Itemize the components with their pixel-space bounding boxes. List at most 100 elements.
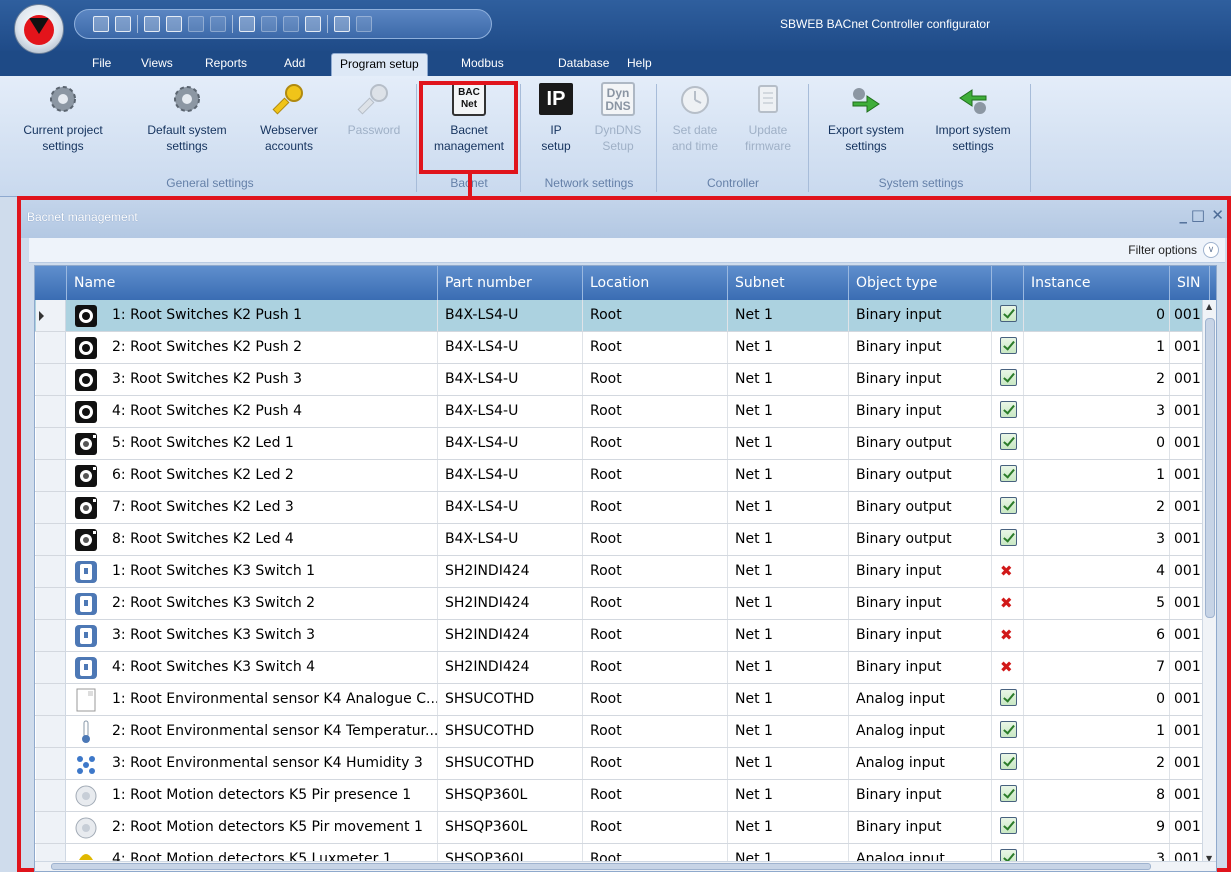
- cell-instance[interactable]: 5: [1024, 588, 1170, 619]
- cell-subnet[interactable]: Net 1: [728, 716, 849, 747]
- cell-enabled[interactable]: [992, 300, 1024, 331]
- cell-location[interactable]: Root: [583, 460, 728, 491]
- row-indicator[interactable]: [36, 556, 66, 587]
- cell-part-number[interactable]: SH2INDI424: [438, 620, 583, 651]
- cell-object-type[interactable]: Analog input: [849, 748, 992, 779]
- chevron-down-icon[interactable]: ∨: [1203, 242, 1219, 258]
- cell-location[interactable]: Root: [583, 524, 728, 555]
- tree-icon[interactable]: [261, 16, 277, 32]
- scrollbar-thumb[interactable]: [1205, 318, 1215, 618]
- cell-part-number[interactable]: B4X-LS4-U: [438, 396, 583, 427]
- cell-object-type[interactable]: Analog input: [849, 684, 992, 715]
- tab-add[interactable]: Add: [284, 53, 305, 76]
- checked-checkbox-icon[interactable]: [1000, 529, 1017, 546]
- cell-sin[interactable]: 001.(: [1170, 556, 1204, 587]
- checked-checkbox-icon[interactable]: [1000, 753, 1017, 770]
- cell-part-number[interactable]: SHSUCOTHD: [438, 748, 583, 779]
- minimize-icon[interactable]: _: [1180, 206, 1188, 224]
- tab-file[interactable]: File: [92, 53, 111, 76]
- checked-checkbox-icon[interactable]: [1000, 785, 1017, 802]
- checked-checkbox-icon[interactable]: [1000, 433, 1017, 450]
- cell-object-type[interactable]: Binary input: [849, 812, 992, 843]
- table-row[interactable]: 5: Root Switches K2 Led 1 B4X-LS4-U Root Ne…: [35, 428, 1216, 460]
- row-indicator[interactable]: [36, 300, 66, 331]
- table-row[interactable]: 6: Root Switches K2 Led 2 B4X-LS4-U Root Ne…: [35, 460, 1216, 492]
- cell-name[interactable]: 1: Root Motion detectors K5 Pir presence…: [105, 780, 438, 811]
- cell-location[interactable]: Root: [583, 300, 728, 331]
- row-indicator[interactable]: [36, 716, 66, 747]
- cell-enabled[interactable]: [992, 428, 1024, 459]
- cell-name[interactable]: 6: Root Switches K2 Led 2: [105, 460, 438, 491]
- antenna-icon[interactable]: [283, 16, 299, 32]
- cell-subnet[interactable]: Net 1: [728, 460, 849, 491]
- cell-part-number[interactable]: B4X-LS4-U: [438, 492, 583, 523]
- cell-object-type[interactable]: Binary input: [849, 652, 992, 683]
- column-part-number[interactable]: Part number: [438, 266, 583, 300]
- vertical-scrollbar[interactable]: ▲ ▼: [1202, 300, 1216, 871]
- table-row[interactable]: 2: Root Switches K3 Switch 2 SH2INDI424 Ro…: [35, 588, 1216, 620]
- cell-object-type[interactable]: Binary output: [849, 460, 992, 491]
- cell-sin[interactable]: 001.(: [1170, 428, 1204, 459]
- checked-checkbox-icon[interactable]: [1000, 337, 1017, 354]
- cell-location[interactable]: Root: [583, 332, 728, 363]
- cell-object-type[interactable]: Analog input: [849, 716, 992, 747]
- table-row[interactable]: 4: Root Switches K3 Switch 4 SH2INDI424 Ro…: [35, 652, 1216, 684]
- cell-enabled[interactable]: [992, 716, 1024, 747]
- cell-sin[interactable]: 001.:: [1170, 716, 1204, 747]
- table-row[interactable]: 4: Root Switches K2 Push 4 B4X-LS4-U Root N…: [35, 396, 1216, 428]
- cell-instance[interactable]: 2: [1024, 748, 1170, 779]
- table-row[interactable]: 8: Root Switches K2 Led 4 B4X-LS4-U Root Ne…: [35, 524, 1216, 556]
- cell-subnet[interactable]: Net 1: [728, 620, 849, 651]
- row-indicator[interactable]: [36, 428, 66, 459]
- cell-location[interactable]: Root: [583, 588, 728, 619]
- cell-location[interactable]: Root: [583, 396, 728, 427]
- cell-part-number[interactable]: SHSUCOTHD: [438, 716, 583, 747]
- row-indicator[interactable]: [36, 748, 66, 779]
- cell-location[interactable]: Root: [583, 812, 728, 843]
- cell-enabled[interactable]: ✖: [992, 556, 1024, 587]
- cell-subnet[interactable]: Net 1: [728, 556, 849, 587]
- cell-name[interactable]: 7: Root Switches K2 Led 3: [105, 492, 438, 523]
- cell-location[interactable]: Root: [583, 492, 728, 523]
- current-project-settings-button[interactable]: Current project settings: [0, 80, 126, 154]
- cell-enabled[interactable]: [992, 524, 1024, 555]
- cell-name[interactable]: 3: Root Switches K2 Push 3: [105, 364, 438, 395]
- cell-part-number[interactable]: SH2INDI424: [438, 588, 583, 619]
- cell-object-type[interactable]: Binary output: [849, 524, 992, 555]
- cell-sin[interactable]: 001.:: [1170, 684, 1204, 715]
- tab-views[interactable]: Views: [141, 53, 173, 76]
- checked-checkbox-icon[interactable]: [1000, 465, 1017, 482]
- checked-checkbox-icon[interactable]: [1000, 369, 1017, 386]
- cell-enabled[interactable]: [992, 748, 1024, 779]
- cell-instance[interactable]: 1: [1024, 460, 1170, 491]
- cell-object-type[interactable]: Binary input: [849, 780, 992, 811]
- cell-part-number[interactable]: B4X-LS4-U: [438, 460, 583, 491]
- open-file-icon[interactable]: [115, 16, 131, 32]
- column-sin[interactable]: SIN: [1170, 266, 1210, 300]
- scroll-up-icon[interactable]: ▲: [1206, 302, 1212, 311]
- table-row[interactable]: 1: Root Motion detectors K5 Pir presence…: [35, 780, 1216, 812]
- disabled-cross-icon[interactable]: ✖: [1000, 588, 1015, 619]
- table-row[interactable]: 3: Root Switches K2 Push 3 B4X-LS4-U Root N…: [35, 364, 1216, 396]
- cell-location[interactable]: Root: [583, 556, 728, 587]
- cell-instance[interactable]: 6: [1024, 620, 1170, 651]
- cell-subnet[interactable]: Net 1: [728, 780, 849, 811]
- cell-instance[interactable]: 2: [1024, 364, 1170, 395]
- cell-object-type[interactable]: Binary input: [849, 620, 992, 651]
- table-row[interactable]: 2: Root Motion detectors K5 Pir movement…: [35, 812, 1216, 844]
- application-menu-button[interactable]: [14, 4, 64, 54]
- cell-instance[interactable]: 9: [1024, 812, 1170, 843]
- cell-sin[interactable]: 001.(: [1170, 780, 1204, 811]
- cell-enabled[interactable]: [992, 780, 1024, 811]
- cell-object-type[interactable]: Binary output: [849, 492, 992, 523]
- cell-subnet[interactable]: Net 1: [728, 300, 849, 331]
- row-indicator[interactable]: [36, 652, 66, 683]
- row-indicator[interactable]: [36, 588, 66, 619]
- column-name[interactable]: Name: [67, 266, 438, 300]
- checked-checkbox-icon[interactable]: [1000, 497, 1017, 514]
- cell-name[interactable]: 3: Root Switches K3 Switch 3: [105, 620, 438, 651]
- row-indicator[interactable]: [36, 492, 66, 523]
- cell-object-type[interactable]: Binary input: [849, 300, 992, 331]
- cell-part-number[interactable]: B4X-LS4-U: [438, 524, 583, 555]
- cell-location[interactable]: Root: [583, 652, 728, 683]
